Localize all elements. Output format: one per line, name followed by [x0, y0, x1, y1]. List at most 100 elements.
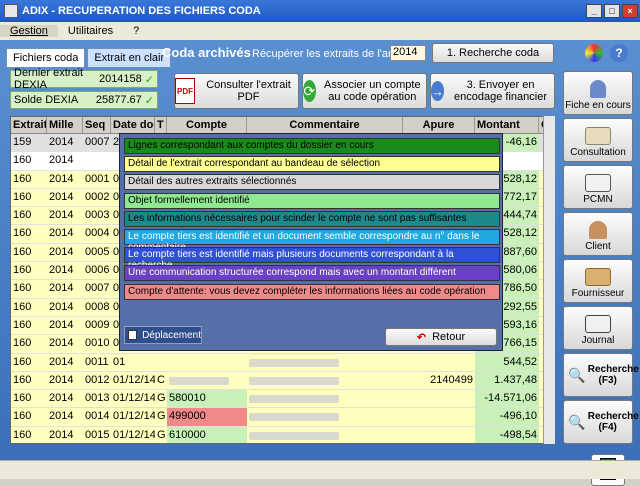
col-commentaire[interactable]: Commentaire: [247, 117, 403, 133]
table-row[interactable]: 160 2014 0013 01/12/14 G 580010 -14.571,06: [11, 390, 552, 409]
cell-extrait: 160: [13, 337, 32, 350]
table-row[interactable]: 160 2014 0011 01 544,52: [11, 353, 552, 372]
tab-strip: Fichiers coda Extrait en clair: [6, 48, 173, 68]
help-icon[interactable]: ?: [610, 44, 628, 62]
sidebar-client[interactable]: Client: [563, 212, 633, 256]
books-icon: [585, 174, 611, 192]
cell-apure: [403, 427, 475, 443]
sidebar-label: Recherche (F4): [587, 411, 639, 433]
legend-item: Le compte tiers est identifié et un docu…: [124, 229, 500, 253]
cell-t: G: [157, 410, 166, 423]
table-row[interactable]: 160 2014 0014 01/12/14 G 499000 -496,10: [11, 408, 552, 427]
cell-extrait: 160: [13, 264, 32, 277]
checkbox-icon[interactable]: [128, 330, 138, 340]
sidebar-label: Fournisseur: [571, 288, 625, 299]
main-area: Fichiers coda Extrait en clair Coda arch…: [0, 40, 640, 486]
sidebar-journal[interactable]: Journal: [563, 306, 633, 350]
retour-button[interactable]: ↶ Retour: [385, 328, 497, 346]
palette-icon[interactable]: [585, 44, 603, 62]
cell-commentaire: [247, 427, 403, 443]
col-extrait[interactable]: Extrait: [11, 117, 47, 133]
cell-extrait: 160: [13, 282, 32, 295]
tab-fichiers-coda[interactable]: Fichiers coda: [6, 48, 86, 68]
minimize-icon[interactable]: _: [586, 4, 602, 18]
cell-extrait: 160: [13, 245, 32, 258]
grid-header: Extrait Mille Seq Date doc T Compte Comm…: [11, 117, 552, 134]
cell-seq: 0006: [85, 264, 110, 277]
tab-extrait-en-clair[interactable]: Extrait en clair: [87, 48, 172, 68]
cell-date: 01/12/14: [113, 392, 155, 405]
send-encoding-button[interactable]: → 3. Envoyer en encodage financier: [430, 73, 555, 109]
legend-item: Une communication structurée correspond …: [124, 265, 500, 282]
col-montant[interactable]: Montant: [475, 117, 539, 133]
cell-mille: 2014: [49, 337, 74, 350]
cell-t: G: [157, 428, 166, 441]
associate-account-button[interactable]: ⟳ Associer un compte au code opération: [302, 73, 427, 109]
deplacement-toggle[interactable]: Déplacement: [124, 326, 202, 344]
cell-montant: 544,52: [475, 353, 539, 371]
sidebar-pcmn[interactable]: PCMN: [563, 165, 633, 209]
redacted-text: [249, 376, 339, 385]
col-seq[interactable]: Seq: [83, 117, 111, 133]
menu-help[interactable]: ?: [123, 25, 149, 37]
sidebar-consultation[interactable]: Consultation: [563, 118, 633, 162]
balance-value: 25877.67: [95, 94, 142, 106]
status-bar: [0, 460, 640, 479]
legend-item: Détail de l'extrait correspondant au ban…: [124, 156, 500, 173]
cell-mille: 2014: [49, 355, 74, 368]
cell-seq: 0005: [85, 245, 110, 258]
sidebar-recherche-f4[interactable]: 🔍 Recherche (F4): [563, 400, 639, 444]
title-bar: ADIX - RECUPERATION DES FICHIERS CODA _ …: [0, 0, 640, 22]
close-icon[interactable]: ×: [622, 4, 638, 18]
cell-mille: 2014: [49, 227, 74, 240]
cell-mille: 2014: [49, 282, 74, 295]
col-type[interactable]: T: [155, 117, 167, 133]
cell-seq: 0002: [85, 190, 110, 203]
table-row[interactable]: 160 2014 0012 01/12/14 C 2140499 1.437,48: [11, 371, 552, 391]
year-input[interactable]: 2014: [390, 45, 426, 61]
window-title: ADIX - RECUPERATION DES FICHIERS CODA: [22, 5, 261, 17]
cell-seq: 0014: [85, 410, 110, 423]
col-compte[interactable]: Compte: [167, 117, 247, 133]
retour-label: Retour: [432, 331, 466, 343]
col-date[interactable]: Date doc: [111, 117, 155, 133]
cell-commentaire: [247, 408, 403, 425]
consult-pdf-button[interactable]: PDF Consulter l'extrait PDF: [174, 73, 299, 109]
menu-utilitaires[interactable]: Utilitaires: [58, 25, 123, 37]
col-mille[interactable]: Mille: [47, 117, 83, 133]
sidebar-label: Journal: [581, 335, 615, 346]
cell-date: 01/12/14: [113, 428, 155, 441]
check-icon: ✓: [144, 73, 154, 86]
cell-commentaire: [247, 372, 403, 389]
maximize-icon[interactable]: □: [604, 4, 620, 18]
cell-seq: 0007: [85, 282, 110, 295]
cell-seq: 0012: [85, 373, 110, 386]
col-apure[interactable]: Apure: [403, 117, 475, 133]
cell-t: C: [157, 373, 165, 386]
sidebar-recherche-f3[interactable]: 🔍 Recherche (F3): [563, 353, 639, 397]
grid-scrollbar[interactable]: [543, 116, 555, 444]
menu-gestion[interactable]: Gestion: [0, 25, 58, 37]
cell-seq: 0013: [85, 392, 110, 405]
send-encoding-label: 3. Envoyer en encodage financier: [454, 79, 547, 103]
cell-seq: 0009: [85, 318, 110, 331]
sidebar-label: PCMN: [583, 194, 613, 205]
cell-extrait: 160: [13, 209, 32, 222]
legend-item: Le compte tiers est identifié mais plusi…: [124, 247, 500, 271]
cell-montant: -14.571,06: [475, 390, 539, 408]
sidebar-fournisseur[interactable]: Fournisseur: [563, 259, 633, 303]
cell-seq: 0001: [85, 172, 110, 185]
cell-extrait: 159: [13, 136, 32, 148]
pdf-icon: PDF: [175, 78, 196, 104]
cell-extrait: 160: [13, 318, 32, 331]
cell-mille: 2014: [49, 245, 74, 258]
sidebar-fiche-en-cours[interactable]: Fiche en cours: [563, 71, 633, 115]
cell-seq: 0011: [85, 355, 109, 368]
redacted-text: [249, 358, 339, 367]
search-coda-button[interactable]: 1. Recherche coda: [432, 43, 554, 63]
check-icon: ✓: [144, 94, 154, 107]
cell-apure: 2140499: [430, 373, 473, 386]
table-row[interactable]: 160 2014 0015 01/12/14 G 610000 -498,54: [11, 426, 552, 443]
cell-extrait: 160: [13, 355, 32, 368]
book-icon: [585, 127, 611, 145]
